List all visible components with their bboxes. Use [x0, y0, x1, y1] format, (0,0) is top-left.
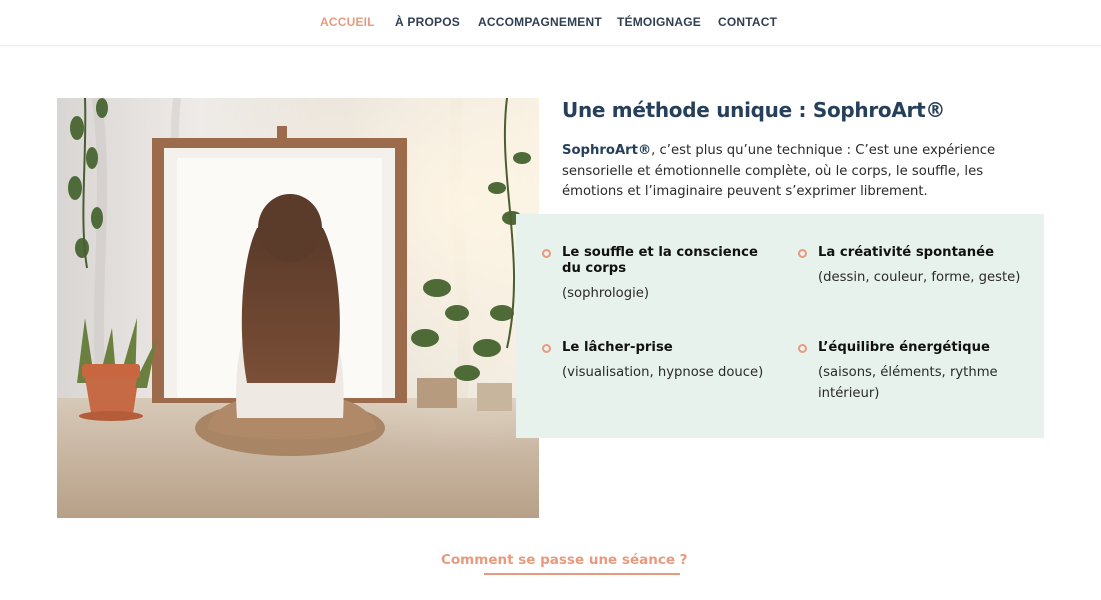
- intro-paragraph: SophroArt®, c’est plus qu’une technique …: [562, 141, 1042, 203]
- link-underline: [484, 573, 680, 575]
- circle-bullet-icon: [798, 249, 807, 258]
- feature-subtitle: (saisons, éléments, rythme intérieur): [818, 365, 998, 401]
- feature-title: Le lâcher-prise: [562, 340, 673, 355]
- session-info-link[interactable]: Comment se passe une séance ?: [441, 552, 688, 568]
- hero-photo: [57, 98, 539, 518]
- nav-contact[interactable]: CONTACT: [718, 15, 777, 29]
- circle-bullet-icon: [798, 344, 807, 353]
- feature-title: L’équilibre énergétique: [818, 340, 990, 355]
- nav-accueil[interactable]: ACCUEIL: [320, 15, 375, 29]
- feature-title: Le souffle et la conscience du corps: [562, 245, 758, 276]
- features-box: Le souffle et la conscience du corps (so…: [516, 214, 1044, 438]
- feature-item: L’équilibre énergétique (saisons, élémen…: [798, 340, 1018, 404]
- circle-bullet-icon: [542, 249, 551, 258]
- nav-accompagnement[interactable]: ACCOMPAGNEMENT: [478, 15, 602, 29]
- circle-bullet-icon: [542, 344, 551, 353]
- feature-subtitle: (dessin, couleur, forme, geste): [818, 270, 1021, 285]
- brand-name: SophroArt®: [562, 143, 652, 158]
- feature-item: Le souffle et la conscience du corps (so…: [542, 245, 772, 305]
- feature-item: La créativité spontanée (dessin, couleur…: [798, 245, 1038, 289]
- nav-a-propos[interactable]: À PROPOS: [395, 15, 460, 29]
- nav-temoignage[interactable]: TÉMOIGNAGE: [617, 15, 701, 29]
- feature-title: La créativité spontanée: [818, 245, 995, 260]
- woman-painting-illustration: [57, 98, 539, 518]
- section-title: Une méthode unique : SophroArt®: [562, 98, 946, 122]
- top-navigation: ACCUEIL À PROPOS ACCOMPAGNEMENT TÉMOIGNA…: [0, 0, 1101, 46]
- feature-item: Le lâcher-prise (visualisation, hypnose …: [542, 340, 782, 384]
- feature-subtitle: (visualisation, hypnose douce): [562, 365, 764, 380]
- feature-subtitle: (sophrologie): [562, 286, 650, 301]
